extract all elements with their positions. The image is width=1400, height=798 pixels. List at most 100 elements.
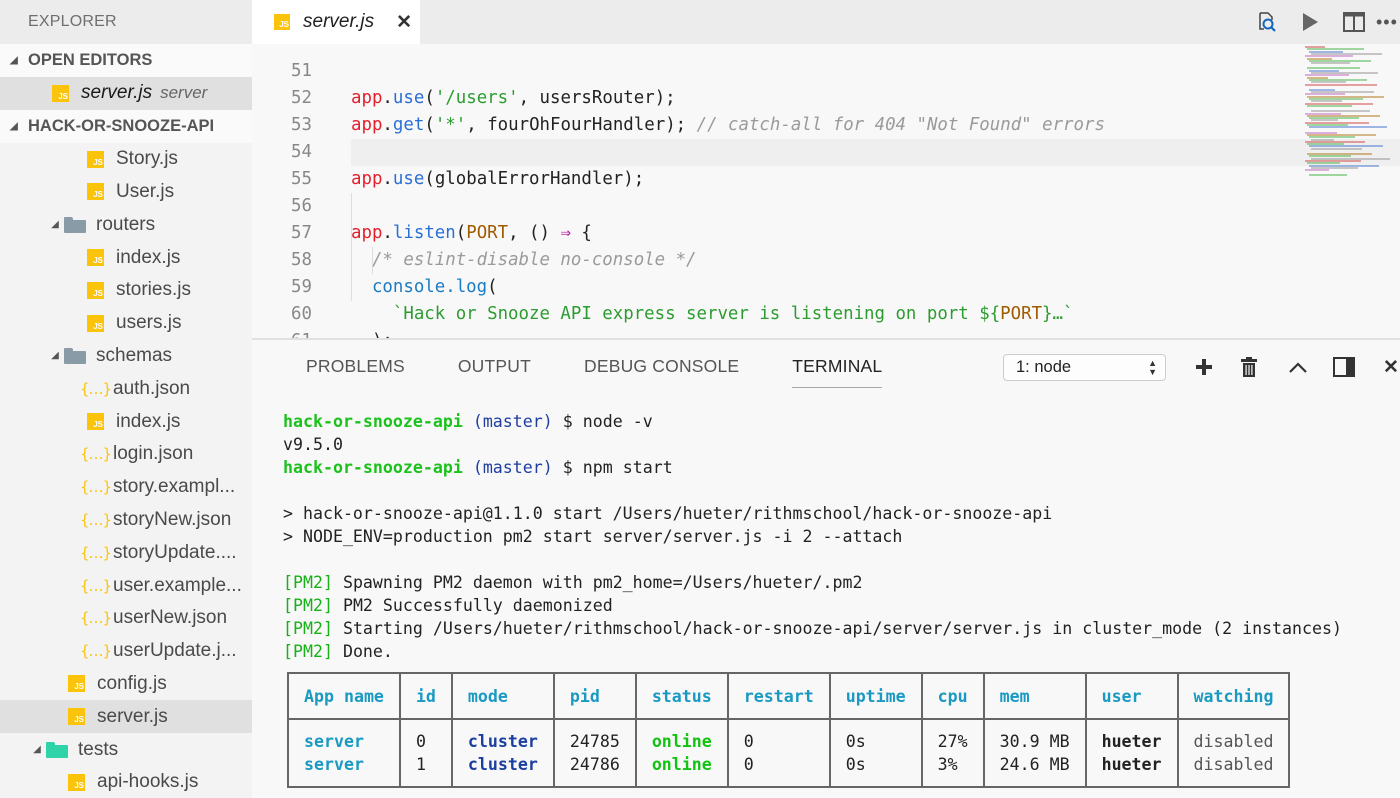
open-editor-item[interactable]: JS server.js server	[0, 77, 252, 110]
json-icon: {…}	[80, 576, 112, 595]
add-terminal-icon[interactable]	[1189, 352, 1219, 382]
folder-icon	[64, 347, 86, 364]
file-item[interactable]: JS Story.js	[0, 143, 252, 176]
file-name: index.js	[116, 246, 181, 268]
file-item[interactable]: {…} user.example...	[0, 569, 252, 602]
project-label: HACK-OR-SNOOZE-API	[28, 116, 215, 135]
file-item[interactable]: JS index.js	[0, 405, 252, 438]
code-line: 61 });	[252, 301, 1302, 339]
tab-terminal[interactable]: TERMINAL	[792, 340, 883, 392]
file-item[interactable]: JS stories.js	[0, 274, 252, 307]
cell-value: 0	[415, 732, 426, 751]
column-header: uptime	[828, 672, 923, 720]
file-item[interactable]: JS User.js	[0, 176, 252, 209]
tab-debug-console[interactable]: DEBUG CONSOLE	[584, 340, 739, 392]
column-header: mem	[982, 672, 1087, 720]
js-icon: JS	[68, 708, 85, 726]
code-line: 60 );	[252, 274, 1302, 339]
minimap-line	[1305, 169, 1329, 172]
split-editor-icon[interactable]	[1332, 0, 1376, 44]
open-editor-description: server	[160, 83, 208, 103]
more-icon[interactable]: •••	[1376, 0, 1400, 44]
table-cell: disabled disabled	[1176, 718, 1291, 788]
file-item[interactable]: {…} userNew.json	[0, 602, 252, 635]
json-icon: {…}	[80, 445, 112, 464]
project-header[interactable]: ◢ HACK-OR-SNOOZE-API	[0, 109, 252, 143]
json-icon: {…}	[80, 478, 112, 497]
file-item[interactable]: JS index.js	[0, 241, 252, 274]
file-item[interactable]: {…} auth.json	[0, 372, 252, 405]
tab-problems[interactable]: PROBLEMS	[306, 340, 405, 392]
json-icon: {…}	[80, 642, 112, 661]
terminal-line: hack-or-snooze-api (master) $ node -v	[283, 412, 653, 431]
cell-value: cluster	[467, 755, 538, 774]
column-header: cpu	[920, 672, 985, 720]
minimap-line	[1311, 62, 1350, 65]
file-name: api-hooks.js	[97, 771, 199, 793]
file-name: auth.json	[113, 377, 191, 399]
column-header: mode	[450, 672, 555, 720]
column-header: restart	[726, 672, 831, 720]
minimap[interactable]	[1303, 44, 1400, 179]
expand-triangle-icon: ◢	[10, 120, 18, 132]
cell-value: cluster	[467, 732, 538, 751]
file-item[interactable]: {…} storyNew.json	[0, 504, 252, 537]
cell-value: disabled	[1193, 732, 1274, 751]
open-preview-icon[interactable]	[1244, 0, 1288, 44]
terminal-output[interactable]: hack-or-snooze-api (master) $ node -v v9…	[283, 410, 1342, 663]
explorer-title: EXPLORER	[0, 0, 252, 44]
code-editor[interactable]: 51 app.use('/users', usersRouter); 52 ap…	[252, 44, 1400, 339]
cell-value: server	[304, 732, 364, 751]
terminal-line: v9.5.0	[283, 435, 343, 454]
terminal-select[interactable]: 1: node ▲ ▼	[1003, 354, 1166, 381]
folder-icon	[46, 741, 68, 758]
folder-item[interactable]: ◢ schemas	[0, 340, 252, 373]
tab-server-js[interactable]: JS server.js ✕	[252, 0, 420, 44]
close-icon[interactable]: ✕	[396, 11, 412, 34]
file-name: Story.js	[116, 148, 178, 170]
minimap-line	[1305, 83, 1377, 86]
trash-icon[interactable]	[1234, 352, 1264, 382]
file-item[interactable]: {…} story.exampl...	[0, 471, 252, 504]
js-icon: JS	[87, 413, 104, 431]
cell-value: server	[304, 755, 364, 774]
table-cell: 0s 0s	[828, 718, 923, 788]
folder-item[interactable]: ◢ routers	[0, 208, 252, 241]
js-icon: JS	[52, 84, 69, 102]
open-editors-header[interactable]: ◢ OPEN EDITORS	[0, 44, 252, 77]
editor-actions: •••	[1244, 0, 1400, 44]
table-header-row: App name id mode pid status restart uptime cpu m…	[287, 672, 1291, 720]
close-panel-icon[interactable]: ✕	[1376, 352, 1400, 382]
column-header: pid	[552, 672, 637, 720]
toggle-panel-position-icon[interactable]	[1329, 352, 1359, 382]
json-icon: {…}	[80, 609, 112, 628]
cell-value: 0s	[845, 732, 866, 751]
file-item[interactable]: {…} storyUpdate....	[0, 536, 252, 569]
tab-output[interactable]: OUTPUT	[458, 340, 531, 392]
pm2-process-table: App name id mode pid status restart uptime cpu m…	[287, 672, 1291, 788]
file-item[interactable]: {…} login.json	[0, 438, 252, 471]
expand-triangle-icon: ◢	[10, 55, 18, 66]
column-header: App name	[287, 672, 401, 720]
code-line: 59 `Hack or Snooze API express server is…	[252, 247, 1302, 324]
table-cell: 27% 3%	[920, 718, 985, 788]
js-icon: JS	[87, 314, 104, 332]
current-line: 55	[291, 139, 1400, 189]
maximize-panel-icon[interactable]	[1283, 352, 1313, 382]
file-name: server.js	[97, 705, 168, 727]
file-item[interactable]: JS users.js	[0, 307, 252, 340]
file-name: schemas	[96, 344, 173, 366]
run-icon[interactable]	[1288, 0, 1332, 44]
file-item[interactable]: {…} userUpdate.j...	[0, 635, 252, 668]
file-item[interactable]: JS server.js	[0, 700, 252, 734]
cell-value: 0	[743, 755, 754, 774]
table-row: server server 0 1 cluster cluster 24785 24786 on…	[287, 718, 1291, 788]
folder-item[interactable]: ◢ tests	[0, 733, 252, 766]
file-item[interactable]: JS config.js	[0, 668, 252, 701]
terminal-select-value: 1: node	[1016, 358, 1072, 376]
json-icon: {…}	[80, 379, 112, 398]
js-icon: JS	[68, 773, 85, 791]
line-number: 54	[291, 142, 312, 162]
cell-value: 1	[415, 755, 426, 774]
file-item[interactable]: JS api-hooks.js	[0, 766, 252, 798]
